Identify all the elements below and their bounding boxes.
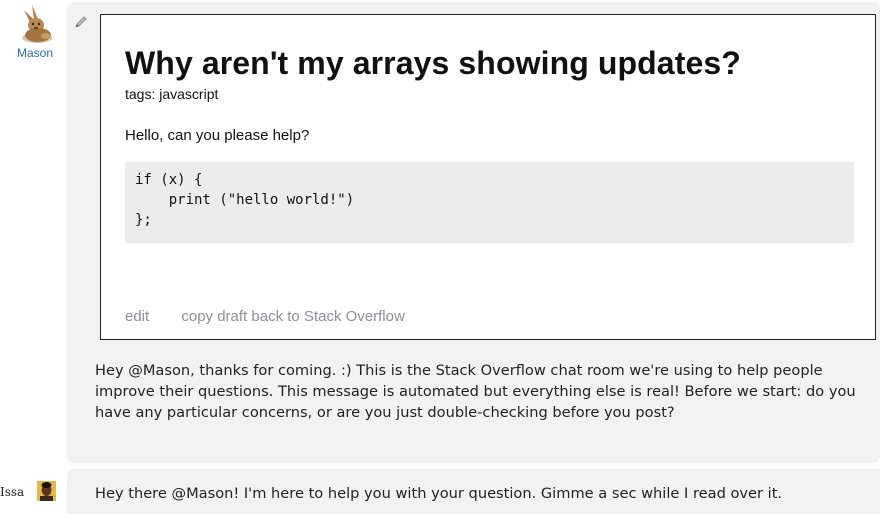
username-issa[interactable]: Issa [0, 485, 24, 499]
person-avatar-icon[interactable] [37, 481, 56, 501]
question-body: Hello, can you please help? [125, 127, 310, 144]
tag-javascript[interactable]: javascript [159, 86, 218, 102]
issa-message: Hey there @Mason! I'm here to help you w… [95, 485, 783, 502]
onebox-actions: edit copy draft back to Stack Overflow [125, 308, 405, 325]
question-onebox: Why aren't my arrays showing updates? ta… [100, 14, 876, 340]
welcome-message: Hey @Mason, thanks for coming. :) This i… [95, 362, 856, 421]
rabbit-avatar-icon[interactable] [16, 2, 56, 44]
question-title: Why aren't my arrays showing updates? [125, 45, 741, 81]
tags-label: tags: [125, 86, 156, 102]
copy-draft-link[interactable]: copy draft back to Stack Overflow [181, 308, 404, 325]
code-block: if (x) { print ("hello world!") }; [125, 162, 854, 243]
pencil-icon[interactable] [74, 15, 88, 29]
question-tags: tags: javascript [125, 86, 218, 102]
username-mason[interactable]: Mason [0, 46, 70, 60]
edit-link[interactable]: edit [125, 308, 149, 325]
chat-transcript: Mason Why aren't my arrays showing updat… [0, 0, 880, 514]
